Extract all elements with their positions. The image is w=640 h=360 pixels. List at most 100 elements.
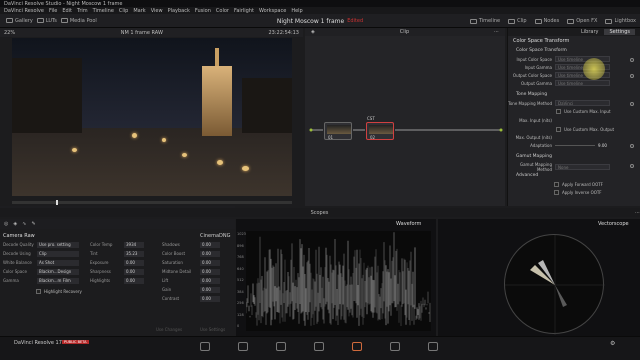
gamma-dropdown[interactable]: Blackm...m Film <box>37 278 79 284</box>
menu-item[interactable]: Playback <box>168 8 190 14</box>
saturation-field[interactable]: 0.00 <box>200 260 220 266</box>
checkbox[interactable] <box>554 190 559 195</box>
checkbox[interactable] <box>556 127 561 132</box>
menu-item[interactable]: Timeline <box>93 8 114 14</box>
menu-item[interactable]: File <box>49 8 57 14</box>
custom-max-input-toggle[interactable]: Use Custom Max. Input <box>556 109 611 114</box>
menu-item[interactable]: DaVinci Resolve <box>4 8 44 14</box>
gallery-button[interactable]: Gallery <box>6 18 33 24</box>
playhead[interactable] <box>56 200 58 205</box>
tab-library[interactable]: Library <box>581 29 598 35</box>
sharpness-field[interactable]: 0.00 <box>124 269 144 275</box>
clip-button[interactable]: Clip <box>508 18 527 24</box>
exposure-field[interactable]: 0.00 <box>124 260 144 266</box>
use-settings-button[interactable]: Use Settings <box>200 327 225 332</box>
color-page-icon[interactable] <box>352 342 362 351</box>
color-temp-field[interactable]: 3934 <box>124 242 144 248</box>
highlight-recovery-toggle[interactable]: Highlight Recovery <box>36 289 82 294</box>
node-mode[interactable]: Clip <box>400 29 409 35</box>
waveform-title[interactable]: Waveform <box>396 221 421 227</box>
menu-item[interactable]: Trim <box>77 8 88 14</box>
reset-icon[interactable] <box>630 102 634 106</box>
menu-item[interactable]: Workspace <box>259 8 286 14</box>
node-graph[interactable]: 01 CST 02 <box>305 36 505 206</box>
checkbox[interactable] <box>556 109 561 114</box>
fx-icon <box>567 18 575 24</box>
section-advanced[interactable]: Advanced <box>516 173 538 178</box>
gain-field[interactable]: 0.00 <box>200 287 220 293</box>
curves-icon[interactable]: ∿ <box>22 221 26 227</box>
menu-item[interactable]: Help <box>291 8 302 14</box>
menu-item[interactable]: Clip <box>119 8 128 14</box>
section-tone-mapping[interactable]: Tone Mapping <box>516 92 547 97</box>
menu-item[interactable]: Fusion <box>195 8 211 14</box>
qualifier-icon[interactable]: ✎ <box>31 221 35 227</box>
color-wheels-icon[interactable]: ◎ <box>4 221 8 227</box>
node-02[interactable]: 02 <box>366 122 394 140</box>
reset-icon[interactable] <box>630 74 634 78</box>
raw-format[interactable]: CinemaDNG <box>200 233 231 239</box>
lift-field[interactable]: 0.00 <box>200 278 220 284</box>
timeline-button[interactable]: Timeline <box>469 18 500 24</box>
reset-icon[interactable] <box>630 164 634 168</box>
camera-raw-icon[interactable]: ◈ <box>13 221 17 227</box>
gamut-mapping-dropdown[interactable]: None <box>555 164 610 170</box>
apply-forward-ootf-toggle[interactable]: Apply Forward OOTF <box>554 182 603 187</box>
adaptation-value[interactable]: 9.00 <box>598 143 607 148</box>
decode-quality-dropdown[interactable]: Use pro. setting <box>37 242 79 248</box>
menu-item[interactable]: Mark <box>133 8 145 14</box>
menu-item[interactable]: View <box>151 8 163 14</box>
section-gamut-mapping[interactable]: Gamut Mapping <box>516 154 552 159</box>
vectorscope-title[interactable]: Vectorscope <box>598 221 629 227</box>
checkbox[interactable] <box>554 182 559 187</box>
section-color-space-transform[interactable]: Color Space Transform <box>516 48 567 53</box>
nodes-button[interactable]: Nodes <box>534 18 559 24</box>
custom-max-output-toggle[interactable]: Use Custom Max. Output <box>556 127 614 132</box>
title-bar: DaVinci Resolve Studio - Night Moscow 1 … <box>0 0 640 7</box>
open-fx-button[interactable]: Open FX <box>567 18 597 24</box>
lightbox-button[interactable]: Lightbox <box>605 18 636 24</box>
fairlight-page-icon[interactable] <box>390 342 400 351</box>
media-pool-button[interactable]: Media Pool <box>60 18 97 24</box>
raw-left-params: Decode Quality Use pro. setting Decode Us… <box>3 242 81 284</box>
raw-right-params: Shadows 0.00 Color Boost 0.00 Saturation 0.… <box>162 242 222 302</box>
menu-item[interactable]: Fairlight <box>234 8 254 14</box>
reset-icon[interactable] <box>630 58 634 62</box>
contrast-field[interactable]: 0.00 <box>200 296 220 302</box>
node-01[interactable]: 01 <box>324 122 352 140</box>
menu-item[interactable]: Color <box>216 8 229 14</box>
tab-settings[interactable]: Settings <box>604 29 635 35</box>
checkbox[interactable] <box>36 289 41 294</box>
output-gamma-dropdown[interactable]: Use timeline <box>555 80 610 86</box>
luts-button[interactable]: LUTs <box>36 18 57 24</box>
apply-inverse-ootf-toggle[interactable]: Apply Inverse OOTF <box>554 190 602 195</box>
white-balance-dropdown[interactable]: As Shot <box>37 260 79 266</box>
shadows-field[interactable]: 0.00 <box>200 242 220 248</box>
color-boost-field[interactable]: 0.00 <box>200 251 220 257</box>
highlights-field[interactable]: 0.00 <box>124 278 144 284</box>
scrubber-bar[interactable] <box>12 200 292 205</box>
menu-item[interactable]: Edit <box>62 8 72 14</box>
midtone-detail-field[interactable]: 0.00 <box>200 269 220 275</box>
scopes-options-icon[interactable]: ⋯ <box>635 210 640 216</box>
node-options-icon[interactable]: ⋯ <box>494 29 499 35</box>
settings-icon[interactable]: ⚙ <box>610 340 615 347</box>
node-tools-icon[interactable]: ◈ <box>311 29 315 35</box>
use-changes-button[interactable]: Use Changes <box>156 327 182 332</box>
lightbox-icon <box>605 18 613 24</box>
tint-field[interactable]: 35.23 <box>124 251 144 257</box>
deliver-page-icon[interactable] <box>428 342 438 351</box>
cut-page-icon[interactable] <box>238 342 248 351</box>
waveform-scope: Waveform 1023 896 768 640 512 384 256 12… <box>236 219 436 336</box>
fusion-page-icon[interactable] <box>314 342 324 351</box>
reset-icon[interactable] <box>630 144 634 148</box>
edit-page-icon[interactable] <box>276 342 286 351</box>
adaptation-slider[interactable] <box>555 145 595 146</box>
tone-mapping-dropdown[interactable]: DaVinci <box>555 100 610 106</box>
decode-using-dropdown[interactable]: Clip <box>37 251 79 257</box>
zoom-level[interactable]: 22% <box>4 30 15 36</box>
media-page-icon[interactable] <box>200 342 210 351</box>
viewer-frame[interactable] <box>12 38 292 196</box>
window-title: DaVinci Resolve Studio - Night Moscow 1 … <box>4 0 123 7</box>
color-space-dropdown[interactable]: Blackm...Design <box>37 269 79 275</box>
